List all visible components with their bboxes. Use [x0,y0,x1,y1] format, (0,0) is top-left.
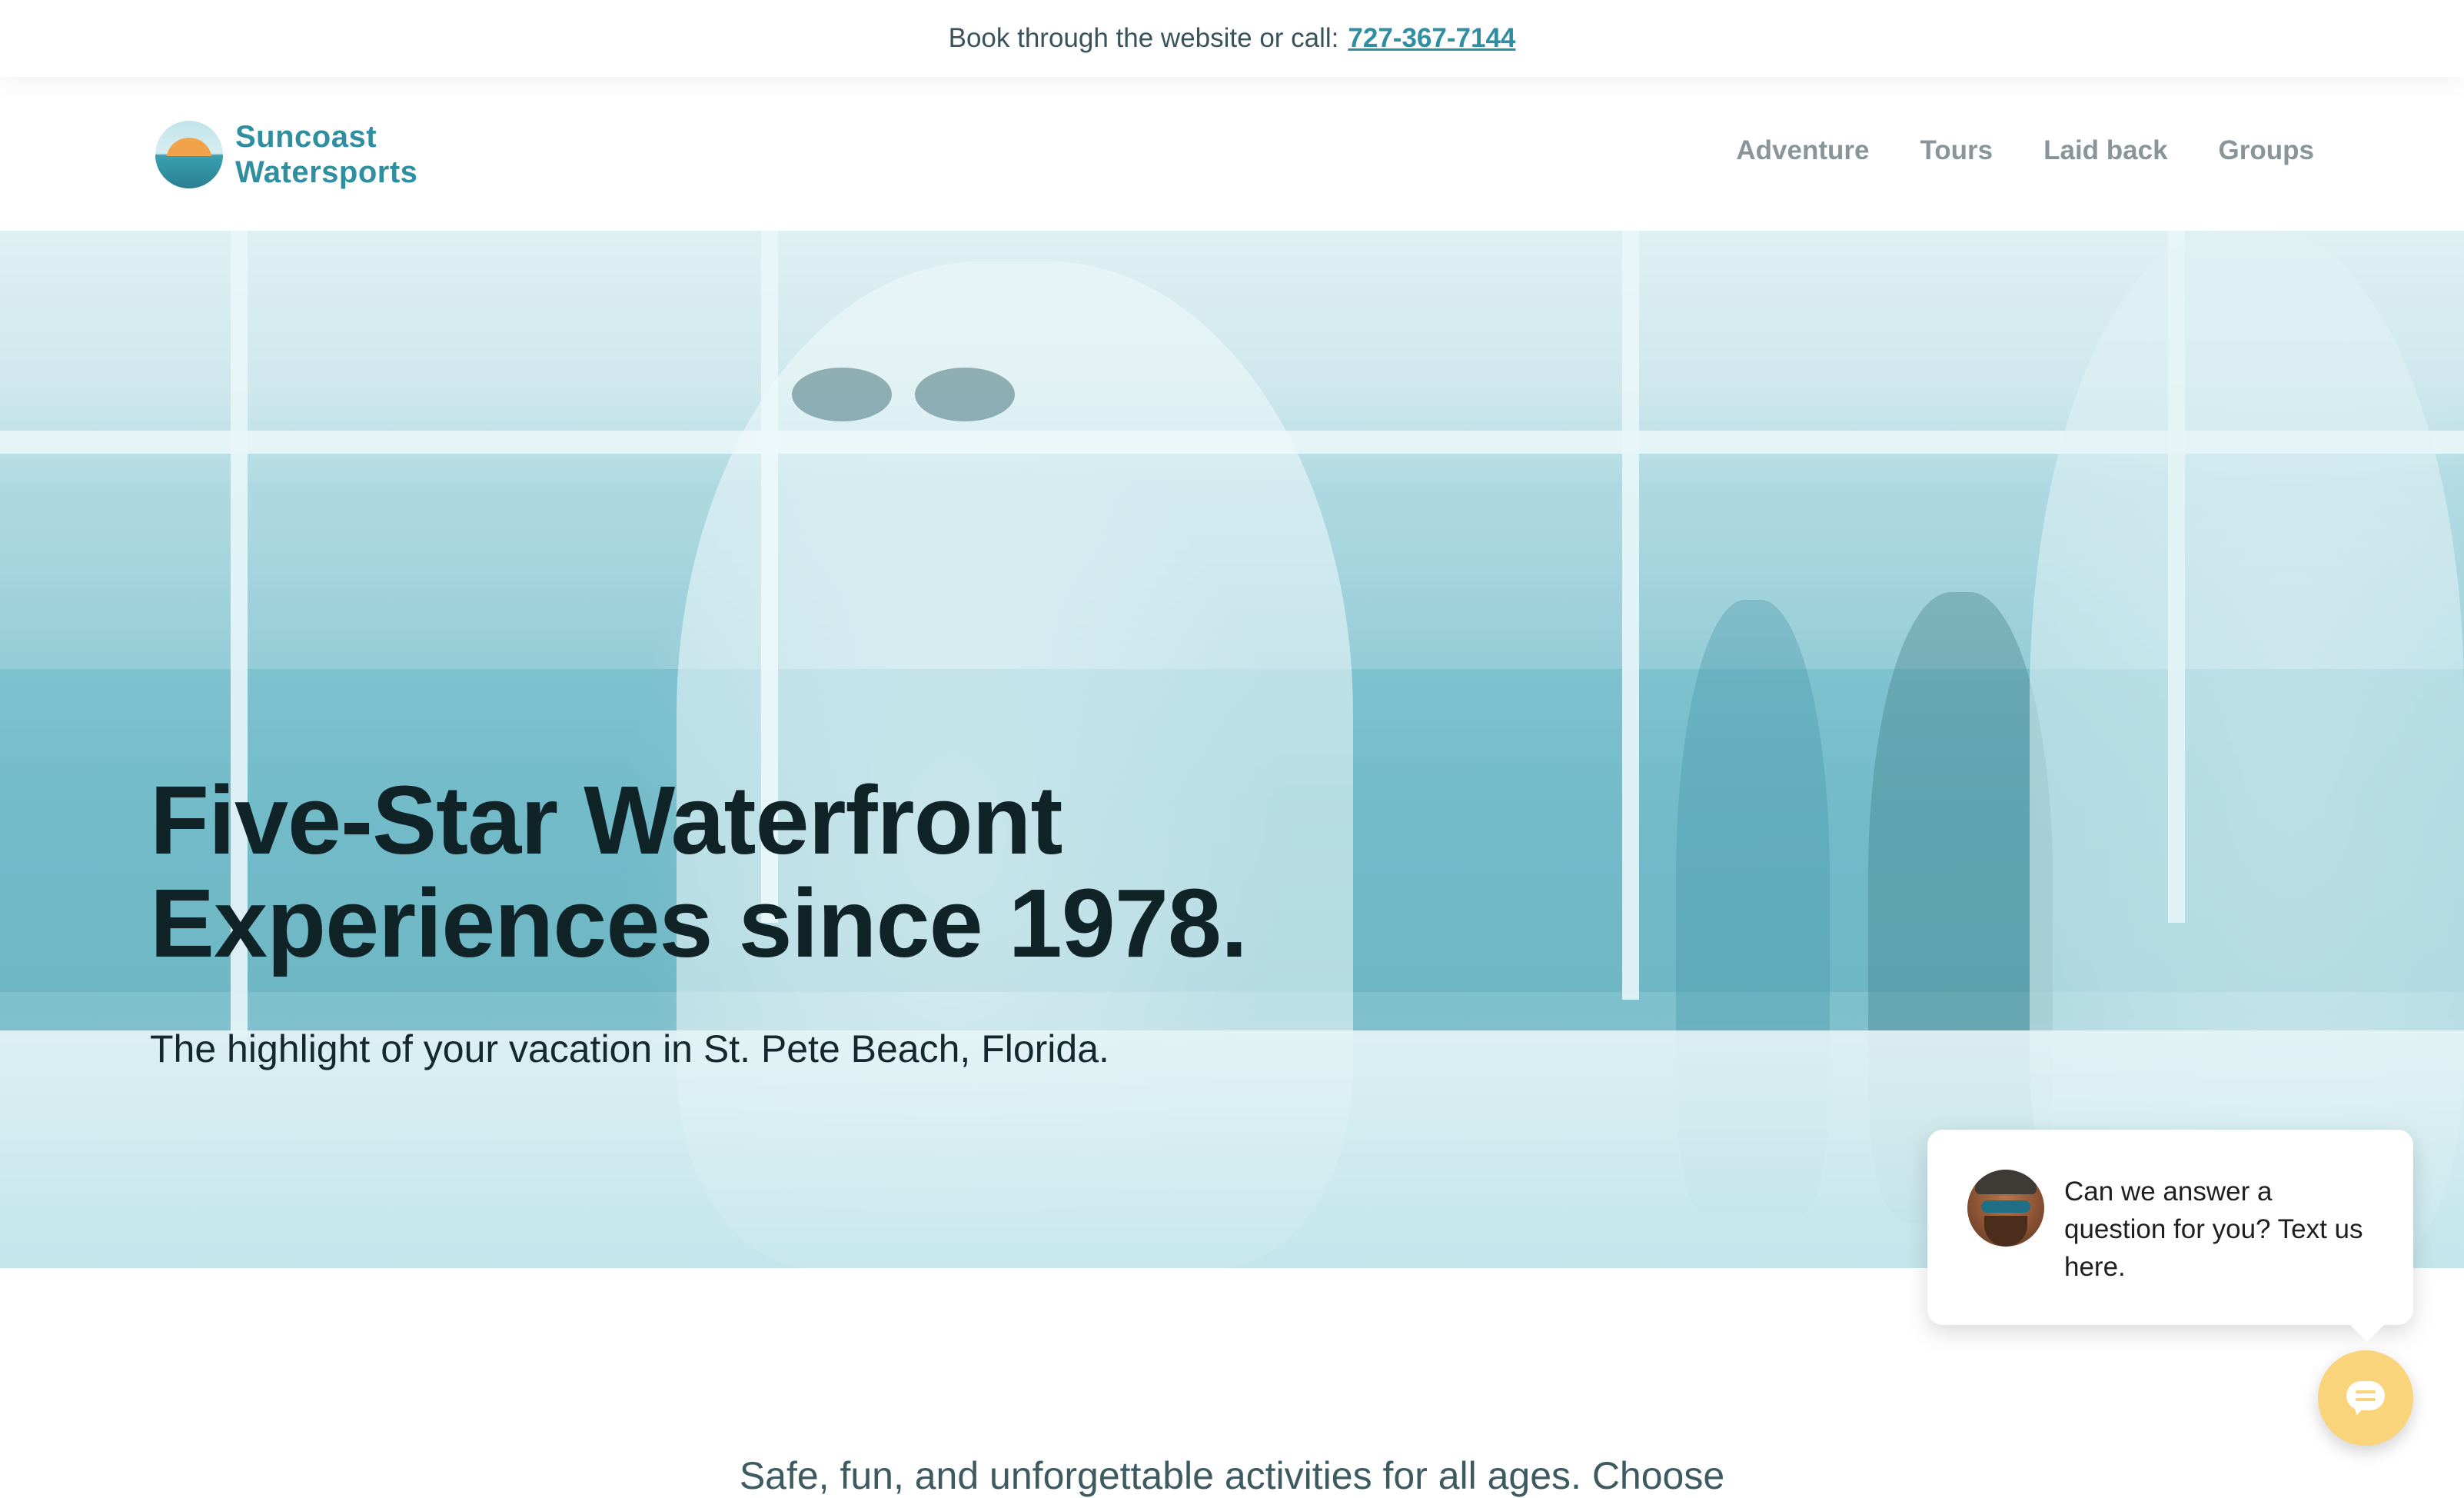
nav-item-groups[interactable]: Groups [2219,135,2314,166]
nav-item-adventure[interactable]: Adventure [1736,135,1869,166]
chat-prompt-card[interactable]: Can we answer a question for you? Text u… [1927,1130,2413,1342]
announcement-text: Book through the website or call: [948,23,1339,53]
site-header: Suncoast Watersports Adventure Tours Lai… [0,77,2464,231]
agent-avatar [1967,1170,2044,1247]
chat-prompt-text: Can we answer a question for you? Text u… [2064,1177,2363,1282]
open-chat-button[interactable] [2318,1350,2413,1446]
nav-item-laid-back[interactable]: Laid back [2043,135,2167,166]
phone-link[interactable]: 727-367-7144 [1348,23,1515,54]
chat-bubble-icon [2346,1381,2385,1417]
intro-text: Safe, fun, and unforgettable activities … [739,1454,1725,1497]
main-nav: Adventure Tours Laid back Groups [1736,135,2314,166]
hero-section: Five-Star Waterfront Experiences since 1… [0,231,2464,1268]
logo-line-1: Suncoast [235,120,377,154]
nav-item-tours[interactable]: Tours [1920,135,1993,166]
logo[interactable]: Suncoast Watersports [155,119,417,190]
logo-wordmark: Suncoast Watersports [235,119,417,190]
announcement-bar: Book through the website or call: 727-36… [0,0,2464,77]
logo-sun-icon [155,121,223,188]
hero-subtitle: The highlight of your vacation in St. Pe… [150,1027,1109,1070]
hero-title: Five-Star Waterfront Experiences since 1… [150,766,1248,977]
logo-line-2: Watersports [235,155,418,189]
